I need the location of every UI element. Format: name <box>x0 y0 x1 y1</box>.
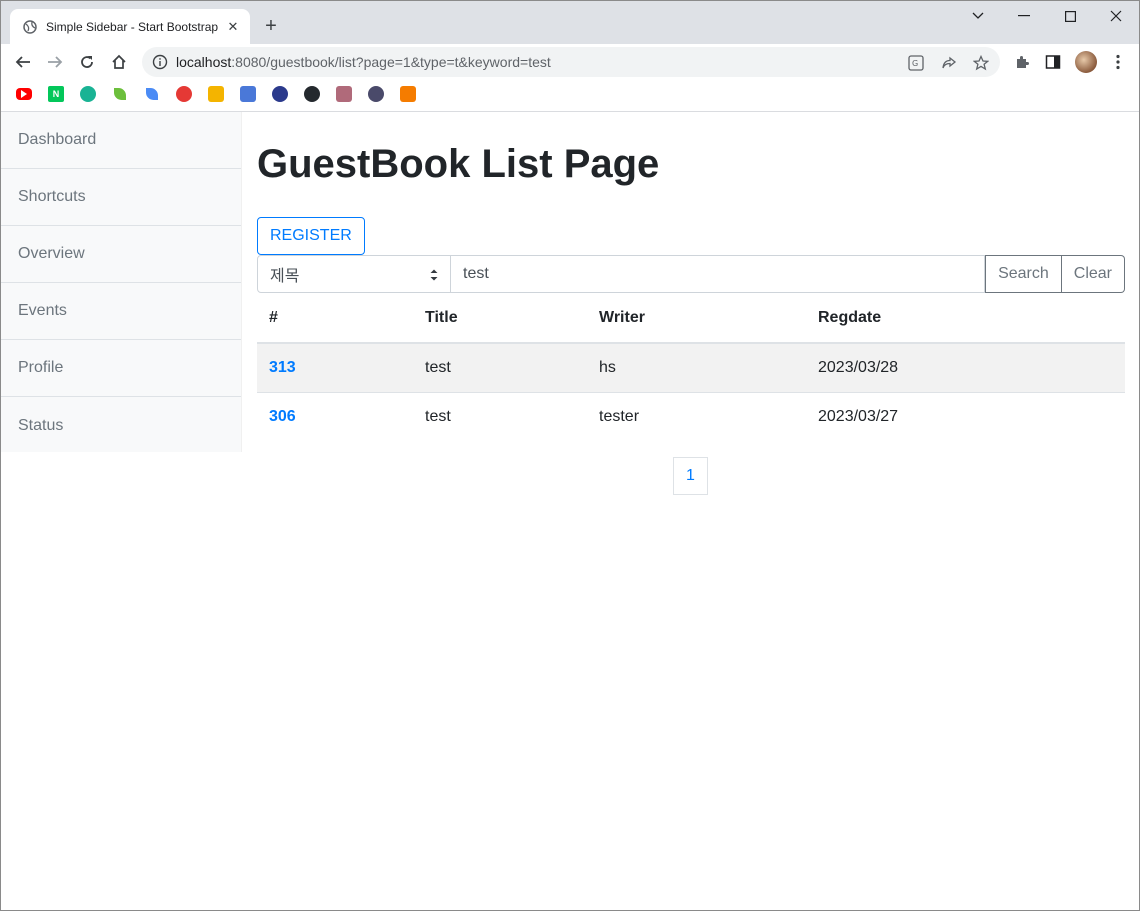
table-row: 313 test hs 2023/03/28 <box>257 343 1125 393</box>
classroom-icon[interactable] <box>208 86 224 102</box>
select-caret-icon <box>430 268 438 282</box>
bank-icon[interactable] <box>240 86 256 102</box>
row-regdate: 2023/03/28 <box>806 343 1125 393</box>
window-close-icon[interactable] <box>1093 1 1139 31</box>
address-bar[interactable]: localhost:8080/guestbook/list?page=1&typ… <box>142 47 1000 77</box>
column-header-writer: Writer <box>587 293 806 344</box>
translate-icon[interactable]: G <box>907 54 925 72</box>
row-regdate: 2023/03/27 <box>818 407 899 425</box>
clear-button[interactable]: Clear <box>1061 255 1125 293</box>
star-icon[interactable] <box>972 54 990 72</box>
avatar-icon[interactable] <box>368 86 384 102</box>
browser-toolbar: localhost:8080/guestbook/list?page=1&typ… <box>1 44 1139 80</box>
new-tab-icon[interactable]: + <box>260 15 282 37</box>
bookmarks-bar: N <box>1 80 1139 112</box>
back-arrow-icon[interactable] <box>10 49 36 75</box>
extensions-icon[interactable] <box>1012 52 1032 72</box>
page-content: Dashboard Shortcuts Overview Events Prof… <box>1 112 1139 910</box>
youtube-icon[interactable] <box>16 88 32 100</box>
browser-window: Simple Sidebar - Start Bootstrap ✕ + loc… <box>0 0 1140 911</box>
share-icon[interactable] <box>940 54 958 72</box>
sidebar-item-status[interactable]: Status <box>1 397 241 454</box>
forward-arrow-icon[interactable] <box>42 49 68 75</box>
info-icon[interactable] <box>152 54 168 70</box>
sidebar-item-profile[interactable]: Profile <box>1 340 241 397</box>
row-writer: hs <box>587 343 806 393</box>
tab-strip: Simple Sidebar - Start Bootstrap ✕ + <box>1 1 1139 44</box>
page-title: GuestBook List Page <box>257 142 660 186</box>
search-type-value: 제목 <box>270 268 300 285</box>
sidebar-item-overview[interactable]: Overview <box>1 226 241 283</box>
sidebar: Dashboard Shortcuts Overview Events Prof… <box>1 112 242 452</box>
profile-avatar[interactable] <box>1075 51 1097 73</box>
home-icon[interactable] <box>106 49 132 75</box>
pagination: 1 <box>673 457 708 495</box>
column-header-number: # <box>257 293 413 344</box>
search-input[interactable]: test <box>451 255 986 293</box>
leaf-icon[interactable] <box>114 88 126 100</box>
tab-title: Simple Sidebar - Start Bootstrap <box>46 19 219 34</box>
table-row: 306 test tester 2023/03/27 <box>257 392 1125 441</box>
search-type-select[interactable]: 제목 <box>257 255 451 293</box>
reload-icon[interactable] <box>74 49 100 75</box>
maximize-icon[interactable] <box>1047 1 1093 31</box>
cube-icon[interactable] <box>400 86 416 102</box>
owl-icon[interactable] <box>272 86 288 102</box>
sidebar-item-events[interactable]: Events <box>1 283 241 340</box>
sidebar-item-dashboard[interactable]: Dashboard <box>1 112 241 169</box>
browser-tab[interactable]: Simple Sidebar - Start Bootstrap ✕ <box>10 9 250 44</box>
table-header-row: # Title Writer Regdate <box>257 293 1125 344</box>
close-tab-icon[interactable]: ✕ <box>224 18 242 36</box>
column-header-title: Title <box>413 293 587 344</box>
side-panel-icon[interactable] <box>1043 52 1063 72</box>
row-writer: tester <box>599 407 640 425</box>
kebab-menu-icon[interactable] <box>1108 52 1128 72</box>
globe-icon <box>22 19 38 35</box>
lifebuoy-icon[interactable] <box>176 86 192 102</box>
sidebar-item-shortcuts[interactable]: Shortcuts <box>1 169 241 226</box>
row-title: test <box>413 343 587 393</box>
search-form: 제목 test Search Clear <box>257 255 1125 293</box>
guestbook-table: # Title Writer Regdate 313 test hs 2023/… <box>257 293 1125 441</box>
minimize-icon[interactable] <box>1001 1 1047 31</box>
page-link-current[interactable]: 1 <box>673 457 708 495</box>
row-title: test <box>425 407 451 425</box>
url-host: localhost <box>176 54 232 70</box>
url-path: :8080/guestbook/list?page=1&type=t&keywo… <box>231 54 551 70</box>
circle-green-icon[interactable] <box>80 86 96 102</box>
photo-icon[interactable] <box>336 86 352 102</box>
feather-icon[interactable] <box>146 88 158 100</box>
github-icon[interactable] <box>304 86 320 102</box>
row-gno-link[interactable]: 313 <box>257 343 413 393</box>
naver-icon[interactable]: N <box>48 86 64 102</box>
url-text: localhost:8080/guestbook/list?page=1&typ… <box>176 54 551 70</box>
row-gno-link[interactable]: 306 <box>257 392 413 441</box>
column-header-regdate: Regdate <box>806 293 1125 344</box>
svg-text:G: G <box>912 59 918 68</box>
search-button[interactable]: Search <box>985 255 1062 293</box>
register-button[interactable]: REGISTER <box>257 217 365 255</box>
chevron-down-icon[interactable] <box>955 1 1001 31</box>
